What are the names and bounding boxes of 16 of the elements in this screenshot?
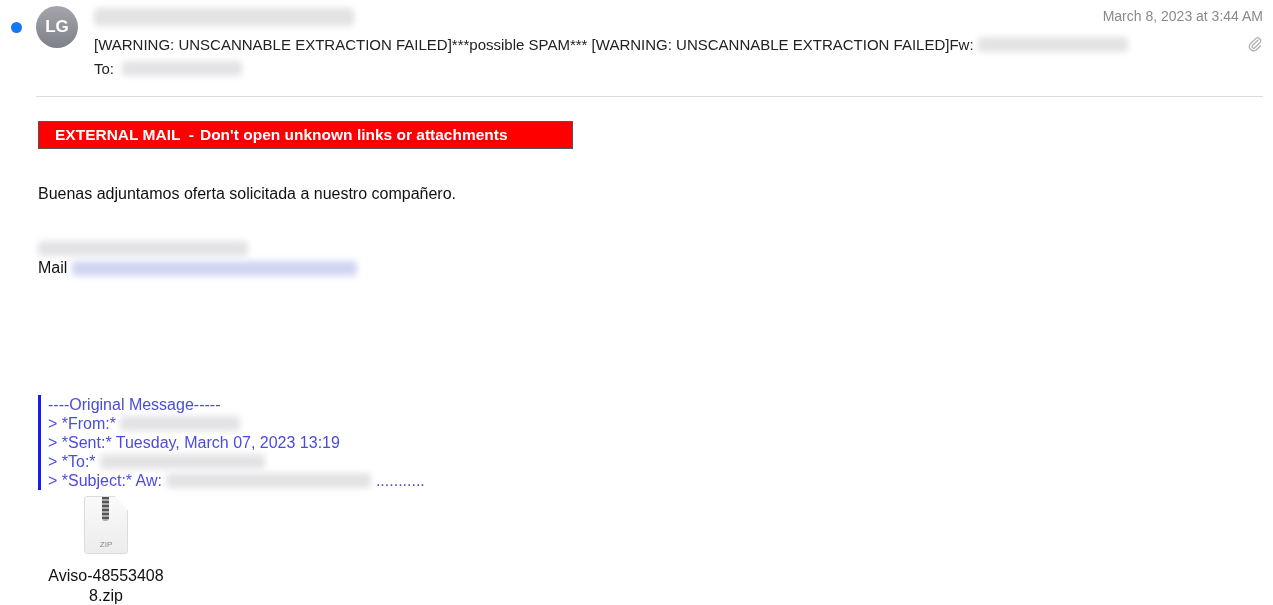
banner-link[interactable]: Don't open unknown links or attachments bbox=[199, 126, 508, 144]
attachment-name[interactable]: Aviso-485534088.zip bbox=[47, 566, 165, 605]
quoted-text: > *To:* bbox=[48, 452, 97, 471]
banner-text: EXTERNAL MAIL - bbox=[55, 126, 194, 144]
message-text: Buenas adjuntamos oferta solicitada a nuestro compañero. bbox=[38, 185, 458, 203]
avatar: LG bbox=[36, 6, 78, 48]
quoted-text: > *Sent:* Tuesday, March 07, 2023 13:19 bbox=[48, 433, 340, 452]
quoted-text: > *Subject:* Aw: bbox=[48, 471, 163, 490]
to-label: To: bbox=[94, 59, 114, 77]
zip-file-icon[interactable]: ZIP bbox=[84, 496, 128, 554]
message-date: March 8, 2023 at 3:44 AM bbox=[1102, 8, 1263, 24]
quoted-text: ----Original Message----- bbox=[48, 395, 221, 414]
signature-text: Mail bbox=[38, 259, 69, 277]
quoted-text: > *From:* bbox=[48, 414, 117, 433]
subject-text: [WARNING: UNSCANNABLE EXTRACTION FAILED]***possible SPAM*** [WARNING: UNSCANNABLE EXTRACTION FAILED]Fw: bbox=[94, 35, 975, 53]
quoted-text: ........... bbox=[374, 471, 425, 490]
